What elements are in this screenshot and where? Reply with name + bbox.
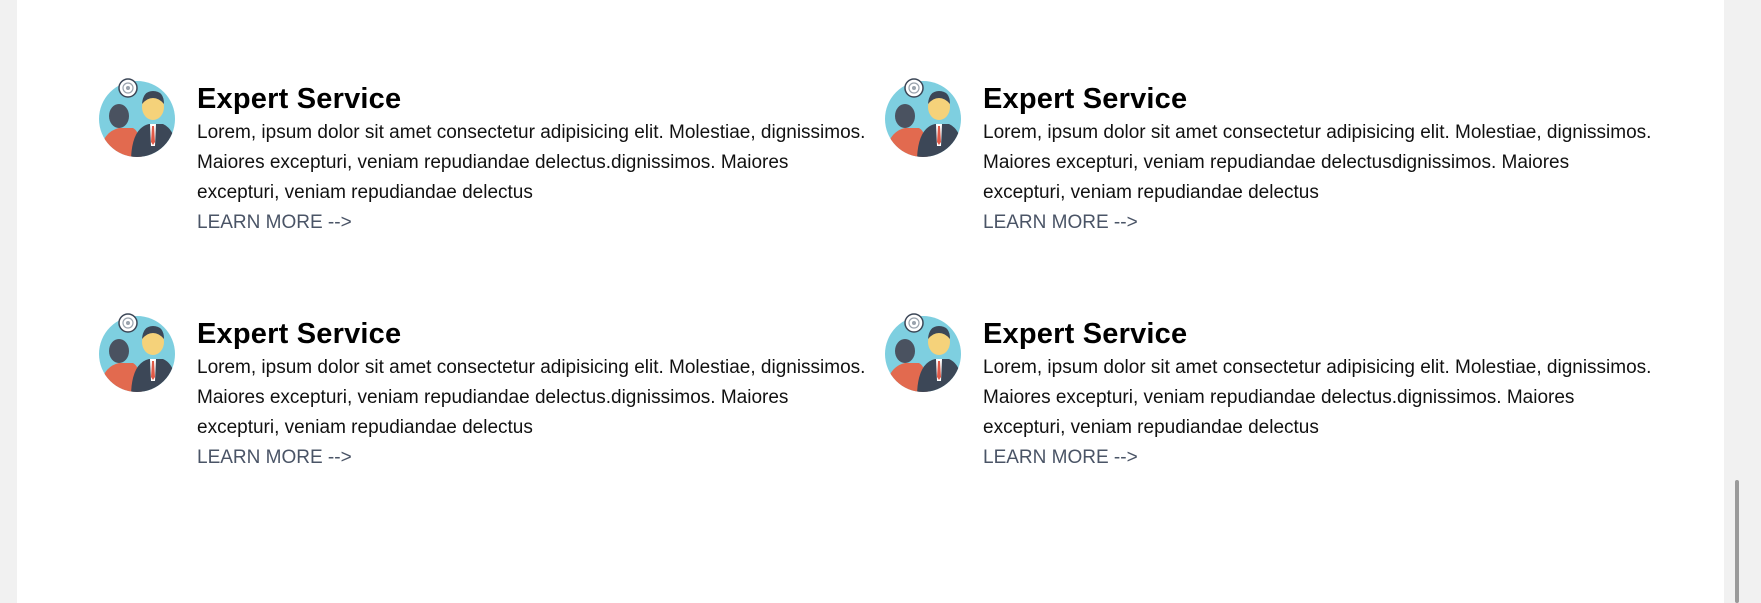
learn-more-link[interactable]: LEARN MORE --> — [197, 208, 352, 238]
scrollbar-thumb[interactable] — [1735, 480, 1739, 603]
service-description: Lorem, ipsum dolor sit amet consectetur … — [197, 357, 866, 438]
consultant-icon — [885, 78, 961, 157]
service-description: Lorem, ipsum dolor sit amet consectetur … — [197, 122, 866, 203]
learn-more-link[interactable]: LEARN MORE --> — [983, 443, 1138, 473]
service-title: Expert Service — [983, 83, 1188, 115]
service-title: Expert Service — [983, 318, 1188, 350]
service-content: Expert Service Lorem, ipsum dolor sit am… — [197, 82, 867, 238]
service-card: Expert Service Lorem, ipsum dolor sit am… — [883, 311, 1653, 511]
service-title: Expert Service — [197, 318, 402, 350]
service-card: Expert Service Lorem, ipsum dolor sit am… — [883, 76, 1653, 276]
consultant-icon — [99, 313, 175, 392]
consultant-icon — [885, 313, 961, 392]
service-card: Expert Service Lorem, ipsum dolor sit am… — [97, 311, 867, 511]
learn-more-link[interactable]: LEARN MORE --> — [983, 208, 1138, 238]
service-description: Lorem, ipsum dolor sit amet consectetur … — [983, 122, 1652, 203]
service-content: Expert Service Lorem, ipsum dolor sit am… — [983, 82, 1653, 238]
page: Expert Service Lorem, ipsum dolor sit am… — [17, 0, 1739, 603]
learn-more-link[interactable]: LEARN MORE --> — [197, 443, 352, 473]
service-content: Expert Service Lorem, ipsum dolor sit am… — [197, 317, 867, 473]
consultant-icon — [99, 78, 175, 157]
service-description: Lorem, ipsum dolor sit amet consectetur … — [983, 357, 1652, 438]
service-title: Expert Service — [197, 83, 402, 115]
service-content: Expert Service Lorem, ipsum dolor sit am… — [983, 317, 1653, 473]
service-card: Expert Service Lorem, ipsum dolor sit am… — [97, 76, 867, 276]
